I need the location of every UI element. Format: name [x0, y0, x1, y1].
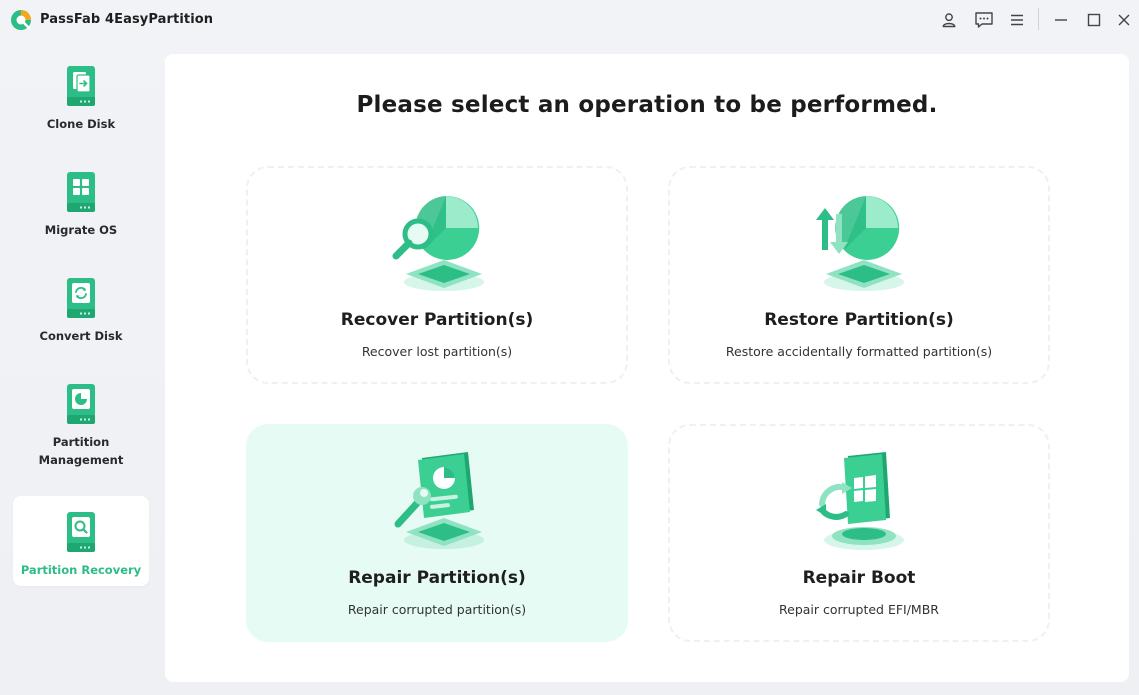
sidebar: Clone Disk Migrate OS Convert Disk Parti…: [0, 50, 162, 695]
card-description: Repair corrupted partition(s): [347, 602, 527, 617]
sidebar-item-label: Partition Management: [38, 435, 124, 467]
maximize-button[interactable]: [1083, 9, 1105, 31]
menu-button[interactable]: [1006, 9, 1028, 31]
sidebar-item-partition-recovery[interactable]: Partition Recovery: [13, 496, 149, 586]
partition-recovery-icon: [67, 512, 95, 552]
sidebar-item-label: Convert Disk: [39, 329, 123, 343]
sidebar-item-label: Migrate OS: [44, 223, 118, 237]
user-button[interactable]: [938, 9, 960, 31]
menu-icon: [1011, 14, 1023, 26]
partition-management-icon: [67, 384, 95, 424]
repair-boot-icon: [816, 452, 904, 550]
app-title: PassFab 4EasyPartition: [40, 12, 214, 27]
minimize-button[interactable]: [1050, 9, 1072, 31]
app-logo-icon: [11, 10, 31, 30]
sidebar-item-partition-management[interactable]: Partition Management: [13, 368, 149, 478]
sidebar-item-label: Clone Disk: [46, 117, 116, 131]
card-title: Restore Partition(s): [764, 310, 954, 330]
close-button[interactable]: [1113, 9, 1135, 31]
clone-disk-icon: [67, 66, 95, 106]
close-icon: [1118, 14, 1130, 26]
card-title: Repair Partition(s): [348, 568, 526, 588]
feedback-button[interactable]: [973, 9, 995, 31]
repair-partition-card[interactable]: Repair Partition(s) Repair corrupted par…: [246, 424, 628, 642]
sidebar-item-clone-disk[interactable]: Clone Disk: [13, 50, 149, 140]
card-description: Repair corrupted EFI/MBR: [779, 602, 939, 617]
convert-disk-icon: [67, 278, 95, 318]
sidebar-item-migrate-os[interactable]: Migrate OS: [13, 156, 149, 246]
repair-partition-icon: [394, 452, 484, 549]
maximize-icon: [1087, 13, 1101, 27]
minimize-icon: [1055, 19, 1067, 21]
recover-partition-icon: [392, 195, 484, 291]
card-title: Recover Partition(s): [340, 310, 534, 330]
migrate-os-icon: [67, 172, 95, 212]
card-description: Restore accidentally formatted partition…: [725, 344, 993, 359]
page-title: Please select an operation to be perform…: [356, 92, 938, 118]
repair-boot-card[interactable]: Repair Boot Repair corrupted EFI/MBR: [668, 424, 1050, 642]
sidebar-item-label: Partition Recovery: [20, 563, 142, 577]
card-description: Recover lost partition(s): [361, 344, 513, 359]
recover-partition-card[interactable]: Recover Partition(s) Recover lost partit…: [246, 166, 628, 384]
titlebar-divider: [1038, 8, 1039, 30]
card-title: Repair Boot: [802, 568, 916, 588]
feedback-icon: [975, 12, 993, 28]
main-panel: Please select an operation to be perform…: [165, 54, 1129, 682]
restore-partition-icon: [816, 195, 904, 291]
sidebar-item-convert-disk[interactable]: Convert Disk: [13, 262, 149, 352]
restore-partition-card[interactable]: Restore Partition(s) Restore accidentall…: [668, 166, 1050, 384]
title-bar: PassFab 4EasyPartition: [0, 0, 1139, 40]
user-icon: [942, 13, 956, 28]
